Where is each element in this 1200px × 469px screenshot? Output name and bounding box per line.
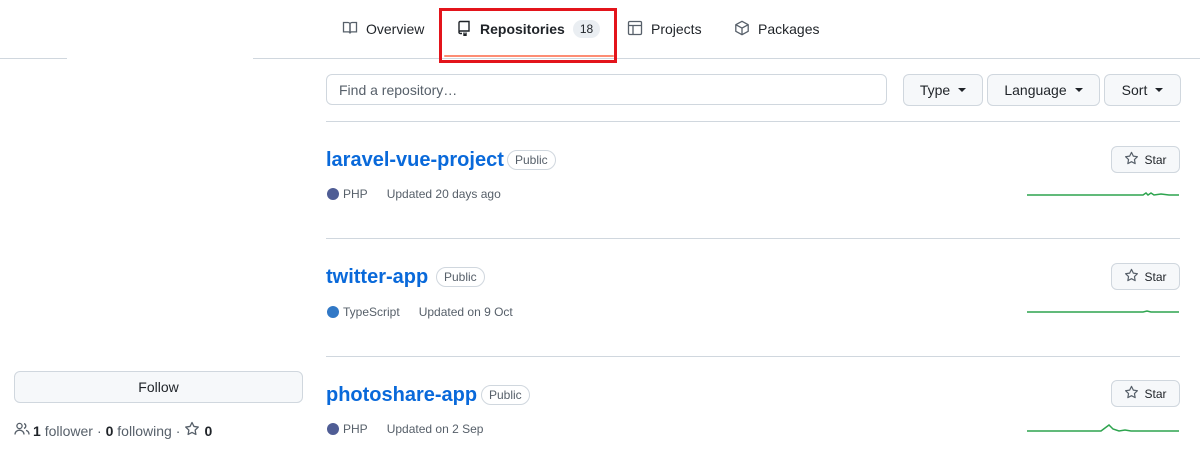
repo-updated: Updated on 9 Oct: [418, 305, 513, 319]
type-filter-button[interactable]: Type: [903, 74, 983, 106]
repo-name-link[interactable]: laravel-vue-project: [326, 149, 504, 172]
table-icon: [627, 20, 651, 39]
star-button[interactable]: Star: [1111, 380, 1180, 407]
repo-meta: TypeScript Updated on 9 Oct: [327, 305, 513, 319]
tab-overview-label: Overview: [366, 21, 425, 37]
repo-name-link[interactable]: photoshare-app: [326, 384, 477, 407]
following-count: 0: [105, 422, 114, 439]
find-repository-input[interactable]: [326, 74, 887, 105]
repo-meta: PHP Updated 20 days ago: [327, 187, 501, 201]
language-color-dot: [327, 306, 339, 318]
sort-label: Sort: [1121, 82, 1148, 98]
repo-language: PHP: [343, 422, 368, 436]
follow-button[interactable]: Follow: [14, 371, 303, 403]
activity-sparkline: [1027, 310, 1179, 313]
repo-language: TypeScript: [343, 305, 400, 319]
activity-sparkline: [1027, 192, 1179, 196]
language-color-dot: [327, 188, 339, 200]
star-icon: [1124, 385, 1139, 403]
following-link[interactable]: 0 following: [106, 423, 172, 439]
repo-name-link[interactable]: twitter-app: [326, 266, 428, 289]
activity-sparkline: [1027, 424, 1179, 432]
stars-link[interactable]: 0: [184, 421, 212, 440]
selected-tab-underline: [444, 55, 614, 57]
language-color-dot: [327, 423, 339, 435]
repo-icon: [456, 20, 480, 39]
following-label: following: [117, 422, 172, 439]
caret-down-icon: [958, 88, 967, 92]
tab-packages[interactable]: Packages: [734, 0, 819, 58]
type-filter-label: Type: [919, 82, 951, 98]
follow-label: Follow: [138, 379, 179, 395]
star-button[interactable]: Star: [1111, 263, 1180, 290]
repo-language: PHP: [343, 187, 368, 201]
tab-repositories[interactable]: Repositories 18: [456, 0, 601, 58]
repositories-count-badge: 18: [572, 20, 601, 38]
followers-link[interactable]: 1 follower: [33, 423, 93, 439]
language-filter-button[interactable]: Language: [987, 74, 1100, 106]
stat-separator: ·: [96, 422, 102, 439]
follow-stats: 1 follower · 0 following · 0: [14, 421, 212, 440]
star-label: Star: [1144, 152, 1167, 167]
tab-repositories-label: Repositories: [480, 21, 565, 37]
star-icon: [1124, 268, 1139, 286]
tab-projects[interactable]: Projects: [627, 0, 702, 58]
repo-updated: Updated on 2 Sep: [386, 422, 484, 436]
list-divider: [326, 238, 1180, 239]
list-divider: [326, 121, 1180, 122]
language-filter-label: Language: [1004, 82, 1067, 98]
visibility-badge: Public: [436, 267, 485, 287]
visibility-badge: Public: [481, 385, 530, 405]
star-label: Star: [1144, 386, 1167, 401]
tab-overview[interactable]: Overview: [342, 0, 424, 58]
star-icon: [184, 421, 200, 440]
repo-meta: PHP Updated on 2 Sep: [327, 422, 483, 436]
caret-down-icon: [1155, 88, 1164, 92]
nav-border-gap: [67, 58, 253, 61]
caret-down-icon: [1074, 88, 1083, 92]
list-divider: [326, 356, 1180, 357]
star-icon: [1124, 151, 1139, 169]
package-icon: [734, 20, 758, 39]
tab-packages-label: Packages: [758, 21, 820, 37]
people-icon: [14, 421, 30, 440]
visibility-badge: Public: [507, 150, 556, 170]
followers-label: follower: [44, 422, 93, 439]
book-icon: [342, 20, 366, 39]
repo-updated: Updated 20 days ago: [386, 187, 501, 201]
tab-projects-label: Projects: [651, 21, 702, 37]
stars-count: 0: [204, 422, 213, 439]
stat-separator: ·: [175, 422, 181, 439]
star-label: Star: [1144, 269, 1167, 284]
sort-button[interactable]: Sort: [1104, 74, 1181, 106]
followers-count: 1: [33, 422, 41, 439]
star-button[interactable]: Star: [1111, 146, 1180, 173]
